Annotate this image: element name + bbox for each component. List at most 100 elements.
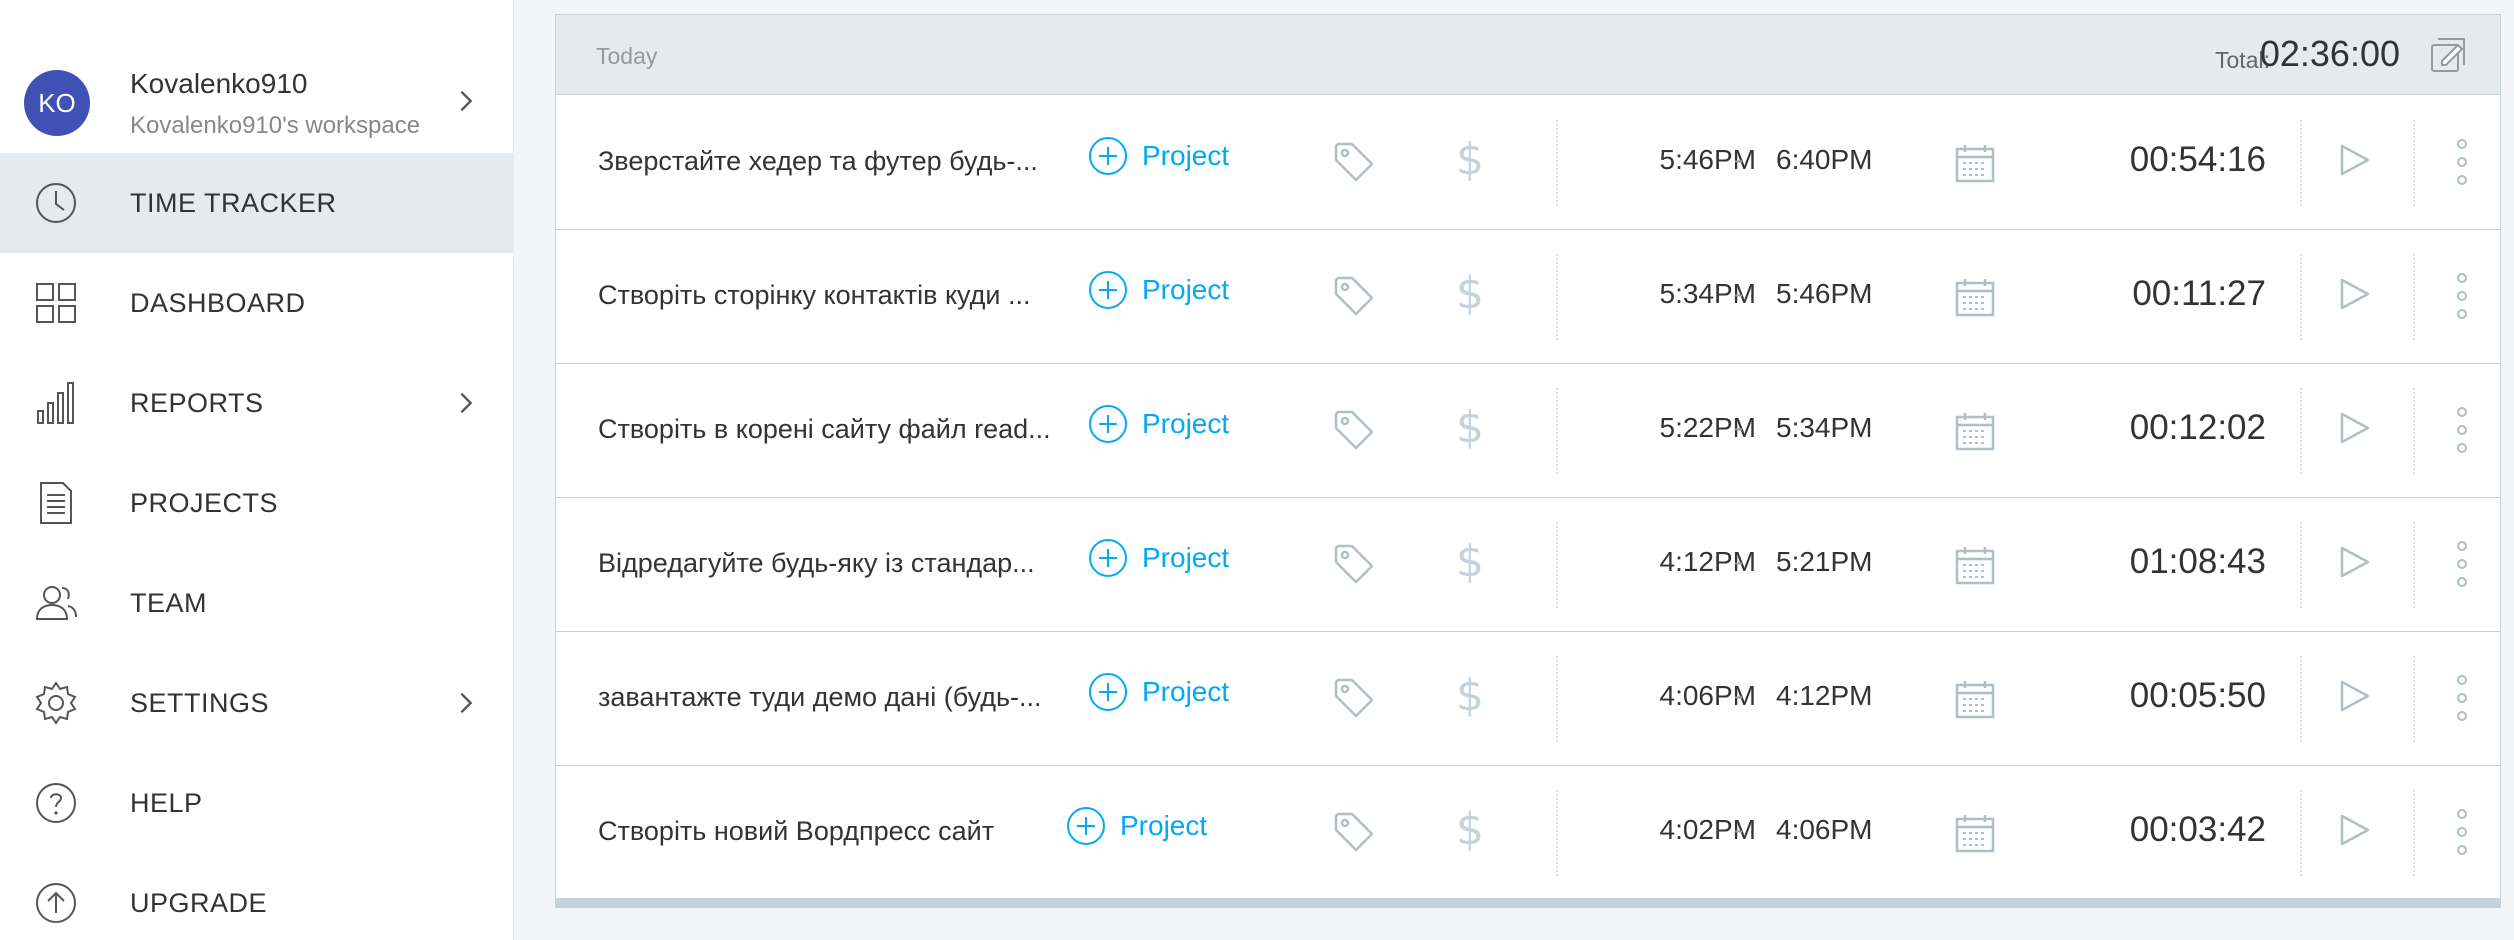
- add-project-button[interactable]: Project: [1088, 402, 1229, 446]
- calendar-icon[interactable]: [1954, 812, 1996, 854]
- billable-dollar-icon[interactable]: $: [1456, 134, 1484, 185]
- play-icon[interactable]: [2336, 276, 2372, 312]
- nav-item-team[interactable]: TEAM: [0, 553, 514, 653]
- nav-label: SETTINGS: [130, 687, 270, 718]
- calendar-icon[interactable]: [1954, 276, 1996, 318]
- nav-item-reports[interactable]: REPORTS: [0, 353, 514, 453]
- dashboard-grid-icon: [36, 283, 76, 323]
- entry-description[interactable]: Створіть в корені сайту файл read...: [598, 414, 1051, 445]
- tag-icon[interactable]: [1332, 810, 1376, 854]
- tag-icon[interactable]: [1332, 274, 1376, 318]
- entry-duration[interactable]: 01:08:43: [2096, 542, 2266, 582]
- card-bottom-bar: [555, 898, 2501, 908]
- entry-duration[interactable]: 00:54:16: [2096, 140, 2266, 180]
- chevron-right-icon[interactable]: [452, 389, 480, 417]
- billable-dollar-icon[interactable]: $: [1456, 670, 1484, 721]
- nav-label: TEAM: [130, 587, 208, 618]
- tag-icon[interactable]: [1332, 408, 1376, 452]
- play-icon[interactable]: [2336, 544, 2372, 580]
- user-menu[interactable]: KO Kovalenko910 Kovalenko910's workspace: [0, 32, 514, 150]
- add-project-button[interactable]: Project: [1088, 134, 1229, 178]
- tag-icon[interactable]: [1332, 140, 1376, 184]
- billable-dollar-icon[interactable]: $: [1456, 536, 1484, 587]
- time-separator: -: [1734, 278, 1744, 309]
- play-icon[interactable]: [2336, 410, 2372, 446]
- time-separator: -: [1734, 546, 1744, 577]
- time-separator: -: [1734, 814, 1744, 845]
- entry-duration[interactable]: 00:11:27: [2096, 274, 2266, 314]
- bulk-edit-icon[interactable]: [2428, 35, 2470, 77]
- billable-dollar-icon[interactable]: $: [1456, 804, 1484, 855]
- end-time[interactable]: 4:06PM: [1776, 814, 1873, 846]
- chevron-right-icon[interactable]: [452, 689, 480, 717]
- entry-description[interactable]: Створіть сторінку контактів куди ...: [598, 280, 1031, 311]
- plus-circle-icon: [1067, 807, 1105, 845]
- entry-description[interactable]: Створіть новий Вордпресс сайт: [598, 816, 994, 847]
- calendar-icon[interactable]: [1954, 544, 1996, 586]
- divider: [1556, 254, 1558, 340]
- more-vertical-icon[interactable]: [2456, 540, 2468, 588]
- end-time[interactable]: 5:21PM: [1776, 546, 1873, 578]
- play-icon[interactable]: [2336, 142, 2372, 178]
- calendar-icon[interactable]: [1954, 142, 1996, 184]
- divider: [1556, 120, 1558, 206]
- entry-description[interactable]: Зверстайте хедер та футер будь-...: [598, 146, 1038, 177]
- play-icon[interactable]: [2336, 678, 2372, 714]
- entry-description[interactable]: завантажте туди демо дані (будь-...: [598, 682, 1042, 713]
- time-entry-row: Створіть в корені сайту файл read... Pro…: [556, 364, 2500, 498]
- more-vertical-icon[interactable]: [2456, 272, 2468, 320]
- entry-duration[interactable]: 00:05:50: [2096, 676, 2266, 716]
- more-vertical-icon[interactable]: [2456, 138, 2468, 186]
- calendar-icon[interactable]: [1954, 678, 1996, 720]
- help-circle-icon: [36, 783, 76, 823]
- nav-label: TIME TRACKER: [130, 187, 337, 218]
- time-entries-card: Today Total: 02:36:00 Зверстайте хедер т…: [555, 14, 2501, 904]
- chevron-right-icon[interactable]: [452, 87, 480, 115]
- more-vertical-icon[interactable]: [2456, 674, 2468, 722]
- nav-item-settings[interactable]: SETTINGS: [0, 653, 514, 753]
- more-vertical-icon[interactable]: [2456, 808, 2468, 856]
- project-label: Project: [1142, 542, 1230, 573]
- end-time[interactable]: 5:34PM: [1776, 412, 1873, 444]
- plus-circle-icon: [1089, 405, 1127, 443]
- add-project-button[interactable]: Project: [1088, 670, 1229, 714]
- document-icon: [40, 482, 72, 524]
- add-project-button[interactable]: Project: [1088, 536, 1229, 580]
- divider: [2413, 254, 2415, 340]
- add-project-button[interactable]: Project: [1066, 804, 1207, 848]
- nav-item-dashboard[interactable]: DASHBOARD: [0, 253, 514, 353]
- play-icon[interactable]: [2336, 812, 2372, 848]
- nav-label: HELP: [130, 787, 203, 818]
- add-project-button[interactable]: Project: [1088, 268, 1229, 312]
- time-entry-row: завантажте туди демо дані (будь-... Proj…: [556, 632, 2500, 766]
- tag-icon[interactable]: [1332, 542, 1376, 586]
- divider: [2300, 790, 2302, 876]
- divider: [1556, 656, 1558, 742]
- billable-dollar-icon[interactable]: $: [1456, 268, 1484, 319]
- calendar-icon[interactable]: [1954, 410, 1996, 452]
- total-duration: 02:36:00: [2259, 33, 2400, 74]
- entry-duration[interactable]: 00:03:42: [2096, 810, 2266, 850]
- avatar[interactable]: KO: [24, 70, 90, 136]
- nav-item-time-tracker[interactable]: TIME TRACKER: [0, 153, 514, 253]
- team-icon: [35, 586, 77, 620]
- divider: [1556, 790, 1558, 876]
- divider: [2413, 388, 2415, 474]
- nav-item-help[interactable]: HELP: [0, 753, 514, 853]
- billable-dollar-icon[interactable]: $: [1456, 402, 1484, 453]
- upgrade-arrow-icon: [36, 883, 76, 923]
- time-entry-row: Створіть сторінку контактів куди ... Pro…: [556, 230, 2500, 364]
- end-time[interactable]: 6:40PM: [1776, 144, 1873, 176]
- end-time[interactable]: 5:46PM: [1776, 278, 1873, 310]
- time-entry-row: Створіть новий Вордпресс сайт Project $ …: [556, 766, 2500, 900]
- end-time[interactable]: 4:12PM: [1776, 680, 1873, 712]
- nav-item-projects[interactable]: PROJECTS: [0, 453, 514, 553]
- day-header: Today Total: 02:36:00: [556, 15, 2500, 95]
- tag-icon[interactable]: [1332, 676, 1376, 720]
- more-vertical-icon[interactable]: [2456, 406, 2468, 454]
- entry-description[interactable]: Відредагуйте будь-яку із стандар...: [598, 548, 1035, 579]
- entry-duration[interactable]: 00:12:02: [2096, 408, 2266, 448]
- nav-label: PROJECTS: [130, 487, 279, 518]
- gear-icon: [35, 681, 77, 725]
- nav-item-upgrade[interactable]: UPGRADE: [0, 853, 514, 940]
